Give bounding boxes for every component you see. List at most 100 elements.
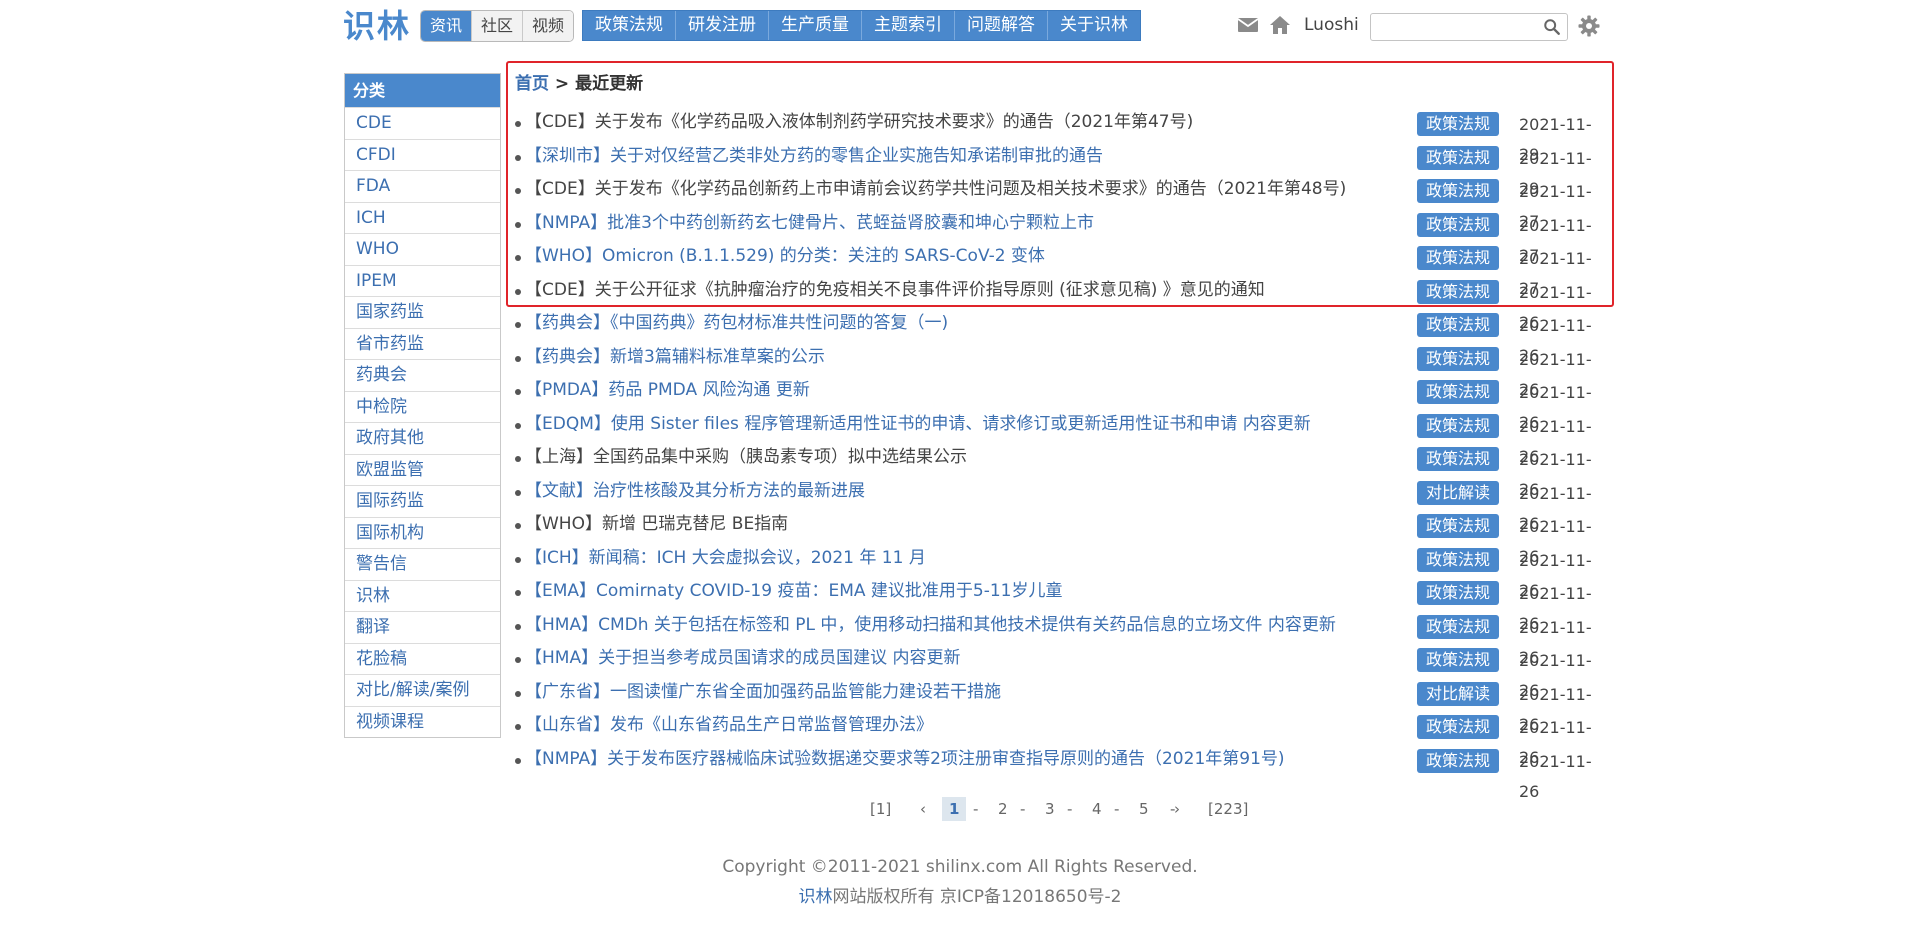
- page-current[interactable]: 1: [942, 797, 967, 821]
- article-title-link[interactable]: 【文献】治疗性核酸及其分析方法的最新进展: [525, 476, 865, 506]
- nav-rd-registration[interactable]: 研发注册: [676, 11, 769, 40]
- article-category-tag[interactable]: 对比解读: [1417, 480, 1499, 505]
- article-row: 【上海】全国药品集中采购（胰岛素专项）拟中选结果公示 政策法规 2021-11-26: [507, 442, 1611, 499]
- sidebar-item-ich[interactable]: ICH: [345, 201, 500, 234]
- article-category-tag[interactable]: 政策法规: [1417, 145, 1499, 170]
- segment-community[interactable]: 社区: [472, 11, 524, 41]
- article-category-tag[interactable]: 政策法规: [1417, 112, 1499, 136]
- article-title-link[interactable]: 【药典会】《中国药典》药包材标准共性问题的答复（一): [525, 308, 948, 338]
- article-category-tag[interactable]: 政策法规: [1417, 246, 1499, 270]
- article-category-tag[interactable]: 政策法规: [1417, 614, 1499, 639]
- article-category-tag[interactable]: 政策法规: [1417, 547, 1499, 572]
- sidebar-item-intl-orgs[interactable]: 国际机构: [345, 516, 500, 549]
- bullet-icon: [515, 724, 521, 730]
- sidebar-item-nmpa[interactable]: 国家药监: [345, 296, 500, 328]
- article-title-link[interactable]: 【NMPA】关于发布医疗器械临床试验数据递交要求等2项注册审查指导原则的通告（2…: [525, 744, 1285, 774]
- page-next[interactable]: ›: [1174, 797, 1180, 821]
- sidebar-item-comparison[interactable]: 对比/解读/案例: [345, 674, 500, 706]
- footer-brand-link[interactable]: 识林: [798, 887, 832, 907]
- sidebar-item-gov-other[interactable]: 政府其他: [345, 422, 500, 454]
- article-title-link[interactable]: 【HMA】关于担当参考成员国请求的成员国建议 内容更新: [525, 643, 960, 673]
- nav-policy[interactable]: 政策法规: [583, 11, 676, 40]
- segment-news[interactable]: 资讯: [421, 11, 473, 41]
- article-title-link[interactable]: 【CDE】关于发布《化学药品创新药上市申请前会议药学共性问题及相关技术要求》的通…: [525, 174, 1346, 204]
- bullet-icon: [515, 489, 521, 496]
- article-title-link[interactable]: 【PMDA】药品 PMDA 风险沟通 更新: [525, 375, 810, 405]
- article-title-link[interactable]: 【CDE】关于公开征求《抗肿瘤治疗的免疫相关不良事件评价指导原则 (征求意见稿)…: [525, 275, 1265, 305]
- site-logo[interactable]: 识林: [343, 6, 411, 46]
- article-title-link[interactable]: 【CDE】关于发布《化学药品吸入液体制剂药学研究技术要求》的通告（2021年第4…: [525, 107, 1193, 137]
- article-category-tag[interactable]: 政策法规: [1417, 279, 1499, 304]
- article-title-link[interactable]: 【药典会】新增3篇辅料标准草案的公示: [525, 342, 825, 372]
- content-type-switch: 资讯 社区 视频: [420, 10, 575, 42]
- article-row: 【WHO】新增 巴瑞克替尼 BE指南 政策法规 2021-11-26: [507, 509, 1611, 566]
- sidebar-item-provincial[interactable]: 省市药监: [345, 327, 500, 360]
- breadcrumb-separator: >: [554, 74, 570, 94]
- breadcrumb-home[interactable]: 首页: [515, 74, 549, 94]
- article-title-link[interactable]: 【ICH】新闻稿：ICH 大会虚拟会议，2021 年 11 月: [525, 543, 926, 573]
- sidebar-item-nifdc[interactable]: 中检院: [345, 390, 500, 423]
- search-input[interactable]: [1375, 16, 1535, 38]
- article-category-tag[interactable]: 政策法规: [1417, 212, 1499, 237]
- page-2[interactable]: 2: [998, 797, 1008, 821]
- article-list: 【CDE】关于发布《化学药品吸入液体制剂药学研究技术要求》的通告（2021年第4…: [507, 107, 1611, 801]
- mail-icon[interactable]: [1236, 13, 1260, 37]
- sidebar-item-intl-regulators[interactable]: 国际药监: [345, 485, 500, 517]
- bullet-icon: [515, 456, 521, 462]
- article-category-tag[interactable]: 政策法规: [1417, 380, 1499, 404]
- article-title-link[interactable]: 【山东省】发布《山东省药品生产日常监督管理办法》: [525, 710, 933, 740]
- search-icon[interactable]: [1543, 18, 1561, 36]
- article-date: 2021-11-26: [1519, 751, 1592, 801]
- article-category-tag[interactable]: 政策法规: [1417, 715, 1499, 739]
- article-title-link[interactable]: 【HMA】CMDh 关于包括在标签和 PL 中，使用移动扫描和其他技术提供有关药…: [525, 610, 1336, 640]
- bullet-icon: [515, 690, 521, 697]
- home-icon[interactable]: [1268, 13, 1292, 37]
- page-3[interactable]: 3: [1045, 797, 1055, 821]
- sidebar-item-fda[interactable]: FDA: [345, 170, 500, 202]
- sidebar-item-cde[interactable]: CDE: [345, 107, 500, 139]
- article-title-link[interactable]: 【上海】全国药品集中采购（胰岛素专项）拟中选结果公示: [525, 442, 967, 472]
- sidebar-item-video-courses[interactable]: 视频课程: [345, 705, 500, 738]
- sidebar-item-redline[interactable]: 花脸稿: [345, 642, 500, 675]
- page-first[interactable]: [1]: [870, 797, 891, 821]
- article-category-tag[interactable]: 政策法规: [1417, 313, 1499, 337]
- article-title-link[interactable]: 【广东省】一图读懂广东省全面加强药品监管能力建设若干措施: [525, 677, 1001, 707]
- page-5[interactable]: 5: [1139, 797, 1149, 821]
- article-category-tag[interactable]: 政策法规: [1417, 179, 1499, 203]
- article-category-tag[interactable]: 政策法规: [1417, 514, 1499, 538]
- article-category-tag[interactable]: 政策法规: [1417, 748, 1499, 773]
- bullet-icon: [515, 389, 521, 395]
- article-category-tag[interactable]: 对比解读: [1417, 681, 1499, 706]
- article-title-link[interactable]: 【深圳市】关于对仅经营乙类非处方药的零售企业实施告知承诺制审批的通告: [525, 141, 1103, 171]
- sidebar-item-shilin[interactable]: 识林: [345, 579, 500, 612]
- nav-qa[interactable]: 问题解答: [955, 11, 1048, 40]
- article-title-link[interactable]: 【WHO】Omicron (B.1.1.529) 的分类：关注的 SARS-Co…: [525, 241, 1045, 271]
- username[interactable]: Luoshi: [1304, 14, 1359, 36]
- article-title-link[interactable]: 【EDQM】使用 Sister files 程序管理新适用性证书的申请、请求修订…: [525, 409, 1311, 439]
- page-4[interactable]: 4: [1092, 797, 1102, 821]
- article-title-link[interactable]: 【WHO】新增 巴瑞克替尼 BE指南: [525, 509, 788, 539]
- sidebar-item-ipem[interactable]: IPEM: [345, 264, 500, 297]
- gear-icon[interactable]: [1577, 14, 1601, 38]
- article-category-tag[interactable]: 政策法规: [1417, 413, 1499, 438]
- sidebar-item-cfdi[interactable]: CFDI: [345, 138, 500, 171]
- sidebar-item-who[interactable]: WHO: [345, 233, 500, 265]
- nav-production-quality[interactable]: 生产质量: [769, 11, 862, 40]
- article-category-tag[interactable]: 政策法规: [1417, 648, 1499, 672]
- article-title-link[interactable]: 【EMA】Comirnaty COVID-19 疫苗：EMA 建议批准用于5-1…: [525, 576, 1062, 606]
- sidebar-item-pharmacopoeia[interactable]: 药典会: [345, 359, 500, 391]
- page-last[interactable]: [223]: [1208, 797, 1248, 821]
- segment-video[interactable]: 视频: [523, 11, 574, 41]
- article-row: 【EDQM】使用 Sister files 程序管理新适用性证书的申请、请求修订…: [507, 409, 1611, 466]
- nav-topic-index[interactable]: 主题索引: [862, 11, 955, 40]
- article-category-tag[interactable]: 政策法规: [1417, 447, 1499, 471]
- sidebar-item-eu[interactable]: 欧盟监管: [345, 453, 500, 486]
- sidebar-item-warning-letters[interactable]: 警告信: [345, 548, 500, 580]
- page-prev[interactable]: ‹: [920, 797, 926, 821]
- article-category-tag[interactable]: 政策法规: [1417, 581, 1499, 605]
- sidebar-item-translation[interactable]: 翻译: [345, 611, 500, 643]
- article-row: 【WHO】Omicron (B.1.1.529) 的分类：关注的 SARS-Co…: [507, 241, 1611, 298]
- article-category-tag[interactable]: 政策法规: [1417, 346, 1499, 371]
- nav-about[interactable]: 关于识林: [1048, 11, 1140, 40]
- article-title-link[interactable]: 【NMPA】批准3个中药创新药玄七健骨片、芪蛭益肾胶囊和坤心宁颗粒上市: [525, 208, 1094, 238]
